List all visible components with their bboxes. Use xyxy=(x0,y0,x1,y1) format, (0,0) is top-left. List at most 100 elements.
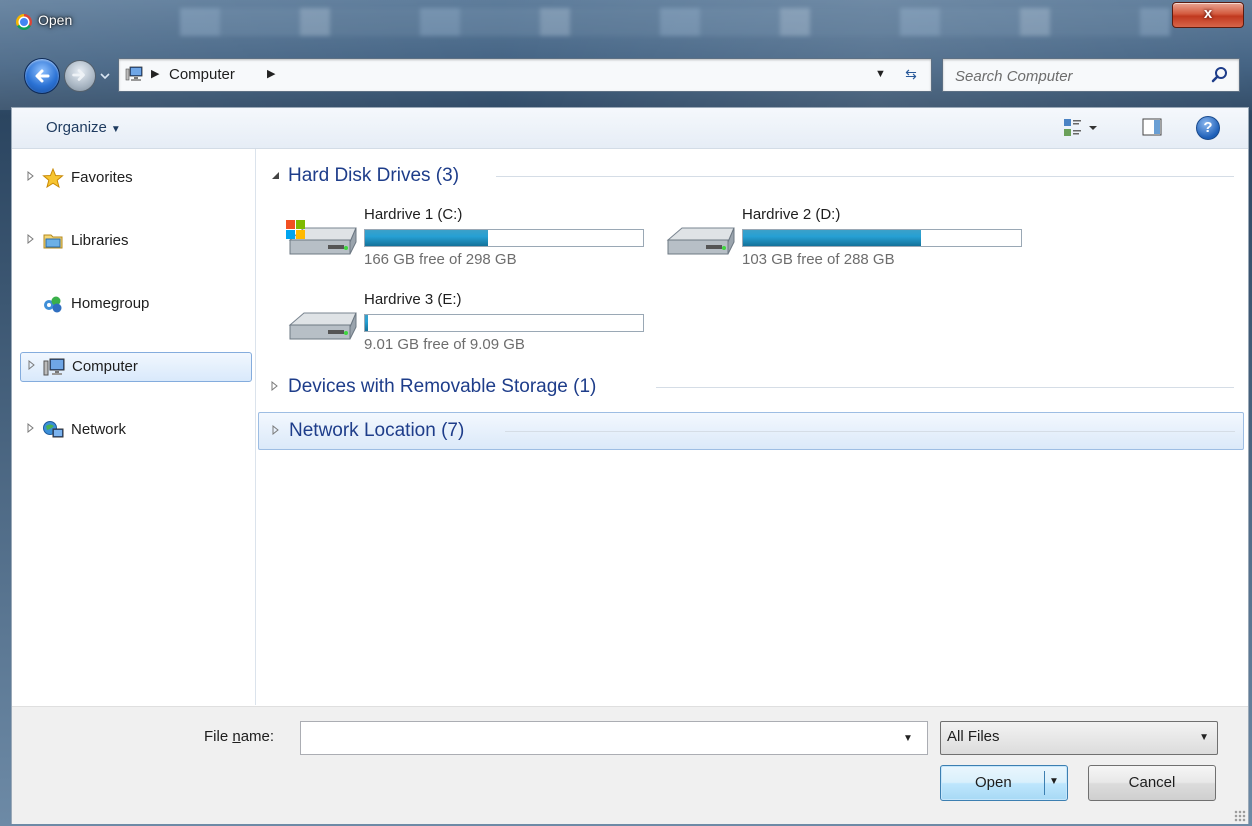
group-title: Hard Disk Drives (3) xyxy=(288,165,460,186)
nav-item-homegroup[interactable]: Homegroup xyxy=(20,290,250,318)
drive-name: Hardrive 2 (D:) xyxy=(742,206,841,223)
drive-name: Hardrive 3 (E:) xyxy=(364,291,462,308)
nav-item-libraries[interactable]: Libraries xyxy=(20,227,250,255)
collapse-arrow-icon[interactable] xyxy=(270,170,280,180)
hard-drive-icon xyxy=(666,227,735,255)
organize-button[interactable]: Organize ▼ xyxy=(46,119,121,136)
expand-arrow-icon[interactable] xyxy=(26,423,36,433)
expand-arrow-icon[interactable] xyxy=(26,234,36,244)
organize-label: Organize xyxy=(46,119,107,136)
open-button[interactable]: Open ▼ xyxy=(940,765,1068,801)
navigation-pane: Favorites Libraries Homegroup Computer N… xyxy=(12,149,256,705)
drive-item-d[interactable]: Hardrive 2 (D:) 103 GB free of 288 GB xyxy=(662,204,1032,284)
drive-usage-bar xyxy=(364,314,644,332)
file-type-select[interactable]: All Files ▼ xyxy=(940,721,1218,755)
group-divider xyxy=(505,431,1235,432)
nav-item-label: Homegroup xyxy=(71,295,150,312)
content-pane: Hard Disk Drives (3) Hardrive 1 (C:) 166… xyxy=(256,149,1248,705)
nav-item-label: Libraries xyxy=(71,232,129,249)
group-divider xyxy=(656,387,1234,388)
group-network-location[interactable]: Network Location (7) xyxy=(258,412,1244,450)
close-button[interactable]: x xyxy=(1172,2,1244,28)
drive-usage-fill xyxy=(743,230,921,246)
search-box[interactable] xyxy=(942,58,1240,92)
breadcrumb-arrow-icon[interactable]: ▶ xyxy=(151,67,159,80)
forward-arrow-icon xyxy=(72,69,85,81)
file-name-combobox[interactable]: ▼ xyxy=(300,721,928,755)
homegroup-icon xyxy=(44,296,62,313)
nav-item-favorites[interactable]: Favorites xyxy=(20,164,250,192)
views-icon xyxy=(1064,119,1097,136)
chevron-down-icon: ▼ xyxy=(1199,732,1209,743)
window-title: Open xyxy=(38,12,73,28)
file-name-label: File name: xyxy=(204,728,274,745)
group-title: Devices with Removable Storage (1) xyxy=(288,376,597,397)
star-icon xyxy=(42,168,64,188)
drive-usage-bar xyxy=(364,229,644,247)
drive-item-c[interactable]: Hardrive 1 (C:) 166 GB free of 298 GB xyxy=(284,204,654,284)
preview-pane-icon xyxy=(1142,118,1162,136)
libraries-icon xyxy=(43,234,63,249)
split-divider xyxy=(1044,771,1045,795)
expand-arrow-icon[interactable] xyxy=(26,171,36,181)
network-icon xyxy=(43,421,64,438)
refresh-icon[interactable]: ⇆ xyxy=(897,63,925,85)
nav-item-label: Network xyxy=(71,421,127,438)
address-bar[interactable]: ▶ Computer ▶ ▼ ⇆ xyxy=(118,58,932,92)
file-type-value: All Files xyxy=(947,728,1000,745)
nav-item-computer[interactable]: Computer xyxy=(20,352,252,382)
group-hard-disk-drives[interactable]: Hard Disk Drives (3) xyxy=(258,158,1242,194)
drive-free-space: 166 GB free of 298 GB xyxy=(364,251,517,268)
file-name-label-accelerator: n xyxy=(232,728,241,745)
file-name-input[interactable] xyxy=(305,726,899,750)
group-divider xyxy=(496,176,1234,177)
breadcrumb-arrow-icon[interactable]: ▶ xyxy=(267,67,275,80)
resize-grip[interactable] xyxy=(1234,810,1246,822)
back-arrow-icon xyxy=(35,69,50,83)
computer-icon xyxy=(125,66,143,81)
system-drive-icon xyxy=(286,220,357,255)
dialog-body: Organize ▼ ? Favorites Libraries Homegrou… xyxy=(11,107,1249,824)
drive-usage-fill xyxy=(365,315,368,331)
drive-usage-fill xyxy=(365,230,488,246)
group-removable-storage[interactable]: Devices with Removable Storage (1) xyxy=(258,369,1242,405)
command-bar: Organize ▼ ? xyxy=(12,108,1248,149)
address-dropdown-icon[interactable]: ▼ xyxy=(875,68,886,80)
back-button[interactable] xyxy=(24,58,60,94)
chrome-icon xyxy=(16,14,32,30)
group-title: Network Location (7) xyxy=(289,420,465,441)
preview-pane-button[interactable] xyxy=(1142,118,1162,136)
nav-item-label: Favorites xyxy=(71,169,133,186)
nav-item-label: Computer xyxy=(72,358,138,375)
nav-item-network[interactable]: Network xyxy=(20,416,250,444)
chevron-down-icon[interactable]: ▼ xyxy=(1049,776,1059,787)
forward-button[interactable] xyxy=(64,60,96,92)
close-icon: x xyxy=(1203,5,1213,22)
dialog-footer: File name: ▼ All Files ▼ Open ▼ Cancel xyxy=(12,706,1248,824)
file-name-label-suffix: ame: xyxy=(240,728,275,745)
hard-drive-icon xyxy=(288,312,357,340)
chevron-down-icon: ▼ xyxy=(110,124,121,135)
change-view-button[interactable] xyxy=(1062,116,1102,140)
drive-free-space: 103 GB free of 288 GB xyxy=(742,251,895,268)
file-name-label-prefix: File xyxy=(204,728,233,745)
help-icon[interactable]: ? xyxy=(1196,116,1220,140)
expand-arrow-icon[interactable] xyxy=(27,360,37,370)
chevron-down-icon[interactable]: ▼ xyxy=(903,733,913,744)
breadcrumb-computer[interactable]: Computer xyxy=(169,66,235,83)
background-tabs xyxy=(180,8,1170,36)
title-bar: Open x xyxy=(0,0,1252,40)
open-button-label: Open xyxy=(975,774,1012,791)
computer-icon xyxy=(43,358,65,376)
search-input[interactable] xyxy=(953,64,1207,88)
search-icon[interactable] xyxy=(1211,66,1229,84)
chevron-down-icon xyxy=(100,73,110,80)
drive-free-space: 9.01 GB free of 9.09 GB xyxy=(364,336,525,353)
drive-name: Hardrive 1 (C:) xyxy=(364,206,463,223)
cancel-button[interactable]: Cancel xyxy=(1088,765,1216,801)
recent-pages-dropdown[interactable] xyxy=(98,69,112,83)
expand-arrow-icon[interactable] xyxy=(271,425,281,435)
drive-usage-bar xyxy=(742,229,1022,247)
expand-arrow-icon[interactable] xyxy=(270,381,280,391)
drive-item-e[interactable]: Hardrive 3 (E:) 9.01 GB free of 9.09 GB xyxy=(284,289,654,369)
